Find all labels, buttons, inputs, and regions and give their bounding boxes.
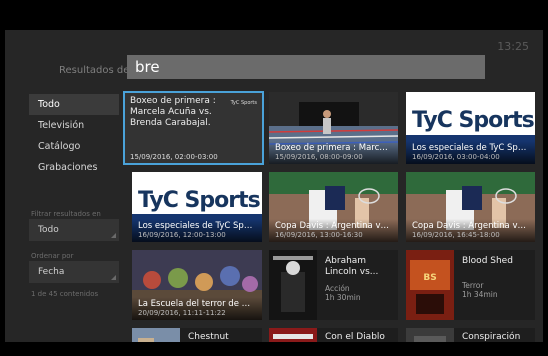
result-tile-4[interactable]: TyC Sports Los especiales de TyC Spor...… bbox=[132, 172, 262, 242]
result-tile-5[interactable]: Copa Davis : Argentina vs. ... 16/09/201… bbox=[269, 172, 398, 242]
sidebar-item-catalogo[interactable]: Catálogo bbox=[29, 136, 119, 157]
filter-dropdown[interactable]: Todo bbox=[29, 219, 119, 241]
tile-title: Boxeo de primera : Marcel... bbox=[275, 143, 392, 153]
sidebar: Todo Televisión Catálogo Grabaciones bbox=[29, 94, 119, 178]
tile-title: Los especiales de TyC Spor... bbox=[138, 221, 256, 231]
app-screen: 13:25 Resultados de bre Todo Televisión … bbox=[5, 30, 543, 343]
movie-duration: 1h 34min bbox=[462, 290, 498, 299]
order-dropdown[interactable]: Fecha bbox=[29, 261, 119, 283]
movie-poster-image bbox=[269, 328, 317, 343]
channel-logo: TyC Sports bbox=[230, 100, 257, 106]
movie-poster-image: BS bbox=[406, 250, 454, 320]
movie-poster-image bbox=[132, 328, 180, 343]
tyc-sports-logo: TyC Sports bbox=[412, 108, 535, 133]
movie-poster-image bbox=[269, 250, 317, 320]
filter-value: Todo bbox=[38, 225, 59, 235]
dropdown-corner-icon bbox=[111, 233, 116, 238]
result-tile-3[interactable]: TyC Sports Los especiales de TyC Spor...… bbox=[406, 92, 535, 164]
result-tile-11[interactable]: Con el Diablo bbox=[269, 328, 398, 343]
tyc-sports-logo: TyC Sports bbox=[138, 188, 261, 213]
tile-date: 15/09/2016, 08:00-09:00 bbox=[275, 153, 363, 161]
sidebar-item-television[interactable]: Televisión bbox=[29, 115, 119, 136]
result-tile-6[interactable]: Copa Davis : Argentina vs. ... 16/09/201… bbox=[406, 172, 535, 242]
result-tile-1[interactable]: Boxeo de primera : Marcela Acuña vs. Bre… bbox=[123, 91, 264, 165]
movie-info: Abraham Lincoln vs... Acción 1h 30min bbox=[325, 256, 392, 302]
tile-title: La Escuela del terror de Ca... bbox=[138, 299, 256, 309]
tile-title: Boxeo de primera : Marcela Acuña vs. Bre… bbox=[130, 96, 216, 128]
tile-caption: Copa Davis : Argentina vs. ... 16/09/201… bbox=[406, 219, 535, 242]
sidebar-item-grabaciones[interactable]: Grabaciones bbox=[29, 157, 119, 178]
tile-caption: Boxeo de primera : Marcel... 15/09/2016,… bbox=[269, 141, 398, 164]
tile-date: 16/09/2016, 16:45-18:00 bbox=[412, 231, 500, 239]
tile-caption: Copa Davis : Argentina vs. ... 16/09/201… bbox=[269, 219, 398, 242]
svg-text:BS: BS bbox=[423, 273, 436, 283]
movie-title: Blood Shed bbox=[462, 256, 513, 266]
search-input[interactable]: bre bbox=[127, 55, 485, 79]
tile-date: 16/09/2016, 03:00-04:00 bbox=[412, 153, 500, 161]
result-tile-12[interactable]: Conspiración en bbox=[406, 328, 535, 343]
result-tile-7[interactable]: La Escuela del terror de Ca... 20/09/201… bbox=[132, 250, 262, 320]
tile-title: Copa Davis : Argentina vs. ... bbox=[412, 221, 529, 231]
tile-caption: La Escuela del terror de Ca... 20/09/201… bbox=[132, 297, 262, 320]
search-label: Resultados de bbox=[59, 65, 130, 76]
tile-date: 16/09/2016, 12:00-13:00 bbox=[138, 231, 226, 239]
order-value: Fecha bbox=[38, 267, 65, 277]
result-tile-8[interactable]: Abraham Lincoln vs... Acción 1h 30min bbox=[269, 250, 398, 320]
sidebar-item-todo[interactable]: Todo bbox=[29, 94, 119, 115]
dropdown-corner-icon bbox=[111, 275, 116, 280]
bottom-black-bar bbox=[0, 342, 548, 356]
tile-date: 15/09/2016, 02:00-03:00 bbox=[130, 153, 218, 161]
tile-title: Los especiales de TyC Spor... bbox=[412, 143, 529, 153]
filter-label: Filtrar resultados en bbox=[31, 210, 101, 218]
results-grid: Boxeo de primera : Marcela Acuña vs. Bre… bbox=[123, 91, 543, 343]
result-tile-2[interactable]: Boxeo de primera : Marcel... 15/09/2016,… bbox=[269, 92, 398, 164]
movie-genre: Acción bbox=[325, 284, 350, 293]
tile-caption: Los especiales de TyC Spor... 16/09/2016… bbox=[406, 141, 535, 164]
movie-duration: 1h 30min bbox=[325, 293, 361, 302]
tile-caption: Los especiales de TyC Spor... 16/09/2016… bbox=[132, 219, 262, 242]
movie-info: Blood Shed Terror 1h 34min bbox=[462, 256, 529, 299]
tile-date: 16/09/2016, 13:00-16:30 bbox=[275, 231, 363, 239]
order-label: Ordenar por bbox=[31, 252, 74, 260]
result-tile-9[interactable]: BS Blood Shed Terror 1h 34min bbox=[406, 250, 535, 320]
movie-poster-image bbox=[406, 328, 454, 343]
result-tile-10[interactable]: Chestnut bbox=[132, 328, 262, 343]
tile-date: 20/09/2016, 11:11-11:22 bbox=[138, 309, 226, 317]
result-count: 1 de 45 contenidos bbox=[31, 290, 99, 298]
tile-title: Copa Davis : Argentina vs. ... bbox=[275, 221, 392, 231]
clock: 13:25 bbox=[497, 40, 529, 53]
movie-title: Abraham Lincoln vs... bbox=[325, 256, 379, 277]
movie-genre: Terror bbox=[462, 281, 484, 290]
